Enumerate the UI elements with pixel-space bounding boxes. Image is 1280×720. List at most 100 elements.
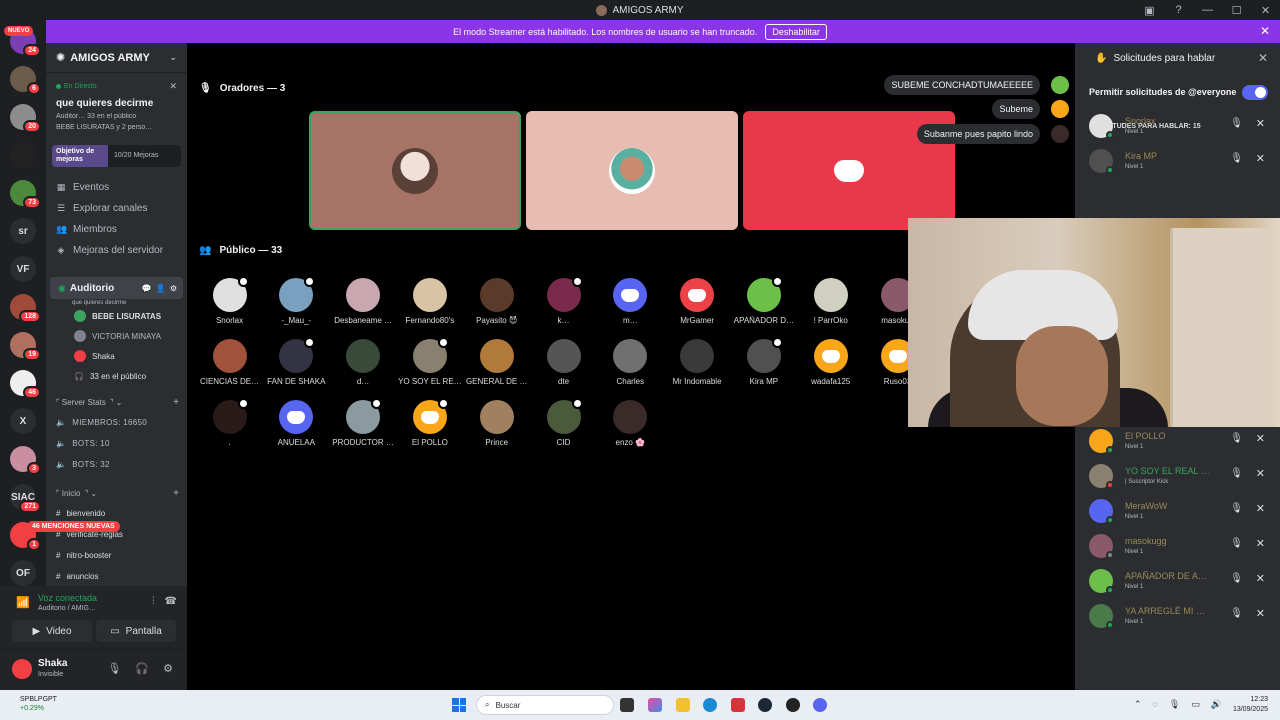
help-icon[interactable]: ? (1164, 0, 1193, 20)
volume-icon[interactable]: 🔊 (1211, 699, 1222, 710)
audience-member[interactable]: CIENCIAS DE… (196, 339, 263, 386)
text-channel[interactable]: # nitro-booster (46, 545, 187, 566)
server-icon-12[interactable]: SIAC 271 (10, 484, 41, 513)
microphone-icon[interactable]: 🎙 (107, 662, 121, 675)
speak-request[interactable]: YA ARREGLÉ MI … Nivel 1 🎙 ✕ (1089, 600, 1275, 635)
mic-tray-icon[interactable]: 🎙 (1169, 699, 1180, 710)
invite-to-speak-icon[interactable]: 🎙 (1230, 503, 1243, 514)
nav-compass[interactable]: ☰ Explorar canales (46, 198, 187, 219)
audience-member[interactable]: wadafa125 (797, 339, 864, 386)
dismiss-request-icon[interactable]: ✕ (1256, 572, 1265, 585)
audience-member[interactable]: Desbaneame … (330, 278, 397, 325)
audience-member[interactable]: Kira MP (730, 337, 797, 386)
close-event-icon[interactable]: ✕ (169, 81, 177, 92)
audience-member[interactable]: dte (530, 339, 597, 386)
server-icon-2[interactable]: 20 (10, 104, 41, 133)
server-icon-7[interactable]: 128 (10, 294, 41, 323)
server-icon-5[interactable]: sr (10, 218, 36, 244)
task-view-icon[interactable] (620, 698, 634, 712)
boost-goal[interactable]: Objetivo de mejoras 10/20 Mejoras (52, 145, 181, 167)
dismiss-request-icon[interactable]: ✕ (1256, 467, 1265, 480)
speaker-tile[interactable] (526, 111, 738, 230)
file-explorer-icon[interactable] (676, 698, 690, 712)
add-member-icon[interactable]: 👤 (156, 284, 166, 293)
speak-request[interactable]: APAÑADOR DE A… Nivel 1 🎙 ✕ (1089, 565, 1275, 600)
add-channel-icon[interactable]: + (173, 488, 179, 499)
audience-member[interactable]: GENERAL DE … (463, 339, 530, 386)
audience-member[interactable]: Snorlax (196, 276, 263, 325)
dismiss-request-icon[interactable]: ✕ (1256, 607, 1265, 620)
nav-calendar[interactable]: ▦ Eventos (46, 177, 187, 198)
permit-toggle[interactable] (1242, 84, 1268, 100)
server-icon-10[interactable]: X (10, 408, 36, 434)
server-header[interactable]: ✺ AMIGOS ARMY ⌄ (46, 43, 187, 73)
server-icon-14[interactable]: OF (10, 560, 36, 586)
taskbar-search[interactable]: ⌕ Buscar (476, 695, 614, 715)
audience-member[interactable]: k… (530, 276, 597, 325)
category-server-stats[interactable]: ⌜ Server Stats ⌝ ⌄ + (46, 392, 187, 412)
voice-channel-auditorio[interactable]: ◉ Auditorio 💬 👤 ⚙ (50, 277, 183, 299)
audience-member[interactable]: Prince (463, 400, 530, 447)
server-icon-8[interactable]: 19 (10, 332, 41, 361)
dismiss-request-icon[interactable]: ✕ (1256, 537, 1265, 550)
invite-to-speak-icon[interactable]: 🎙 (1230, 573, 1243, 584)
stock-widget[interactable]: SPBLPGPT +0.29% (20, 695, 57, 713)
clock[interactable]: 12:23 13/09/2025 (1233, 695, 1268, 715)
audience-member[interactable]: FAN DE SHAKA (263, 337, 330, 386)
nav-boost[interactable]: ◈ Mejoras del servidor (46, 240, 187, 261)
nav-members[interactable]: 👥 Miembros (46, 219, 187, 240)
chat-avatar[interactable] (1051, 125, 1069, 143)
voice-user[interactable]: BEBE LISURATAS (46, 306, 187, 326)
user-avatar[interactable] (12, 659, 32, 679)
server-icon-4[interactable]: 73 (10, 180, 41, 209)
voice-location[interactable]: Auditorio / AMIG… (38, 605, 96, 612)
audience-member[interactable]: Charles (597, 339, 664, 386)
invite-to-speak-icon[interactable]: 🎙 (1230, 608, 1243, 619)
dismiss-request-icon[interactable]: ✕ (1256, 117, 1265, 130)
chat-icon[interactable]: 💬 (142, 284, 152, 293)
stat-channel[interactable]: 🔈 BOTS: 32 (46, 454, 187, 475)
disable-streamer-button[interactable]: Deshabilitar (765, 23, 827, 40)
invite-to-speak-icon[interactable]: 🎙 (1230, 118, 1243, 129)
text-channel[interactable]: # anuncios (46, 566, 187, 587)
app-icon[interactable] (731, 698, 745, 712)
stat-channel[interactable]: 🔈 MIEMBROS: 16650 (46, 412, 187, 433)
audience-member[interactable]: . (196, 398, 263, 447)
close-banner-icon[interactable]: ✕ (1260, 24, 1270, 38)
speak-request[interactable]: Kira MP Nivel 1 🎙 ✕ (1089, 145, 1275, 180)
speaker-tile[interactable] (309, 111, 521, 230)
invite-to-speak-icon[interactable]: 🎙 (1230, 153, 1243, 164)
audience-member[interactable]: Mr Indomable (664, 339, 731, 386)
invite-to-speak-icon[interactable]: 🎙 (1230, 538, 1243, 549)
copilot-icon[interactable] (648, 698, 662, 712)
maximize-button[interactable]: ☐ (1222, 0, 1251, 20)
audience-member[interactable]: enzo 🌸 (597, 400, 664, 447)
disconnect-icon[interactable]: ☎ (165, 596, 177, 607)
invite-to-speak-icon[interactable]: 🎙 (1230, 468, 1243, 479)
server-icon-11[interactable]: 3 (10, 446, 41, 475)
audience-member[interactable]: YO SOY EL RE… (396, 337, 463, 386)
soundboard-icon[interactable]: ⫶ (152, 596, 155, 607)
stat-channel[interactable]: 🔈 BOTS: 10 (46, 433, 187, 454)
voice-user[interactable]: Shaka (46, 346, 187, 366)
chat-avatar[interactable] (1051, 100, 1069, 118)
edge-icon[interactable] (703, 698, 717, 712)
speak-request[interactable]: Snorlax Nivel 1 🎙 ✕ (1089, 110, 1275, 145)
invite-to-speak-icon[interactable]: 🎙 (1230, 433, 1243, 444)
chrome-icon[interactable] (786, 698, 800, 712)
audience-member[interactable]: APAÑADOR D… (730, 276, 797, 325)
speak-request[interactable]: masokugg Nivel 1 🎙 ✕ (1089, 530, 1275, 565)
audience-member[interactable]: d… (330, 339, 397, 386)
live-event-card[interactable]: En Directo ✕ que quieres decirme Auditor… (52, 77, 181, 135)
speak-request[interactable]: El POLLO Nivel 1 🎙 ✕ (1089, 425, 1275, 460)
signal-icon[interactable]: 📶 (16, 596, 30, 609)
dismiss-request-icon[interactable]: ✕ (1256, 152, 1265, 165)
speak-request[interactable]: YO SOY EL REAL … | Suscriptor Kick 🎙 ✕ (1089, 460, 1275, 495)
inbox-icon[interactable]: ▣ (1135, 0, 1164, 20)
windows-start-icon[interactable] (452, 698, 466, 712)
new-mentions-badge[interactable]: 46 MENCIONES NUEVAS (27, 521, 120, 532)
screen-share-button[interactable]: ▭ Pantalla (96, 620, 176, 642)
minimize-button[interactable]: — (1193, 0, 1222, 20)
settings-gear-icon[interactable]: ⚙ (163, 662, 173, 675)
close-window-button[interactable]: ✕ (1251, 0, 1280, 20)
